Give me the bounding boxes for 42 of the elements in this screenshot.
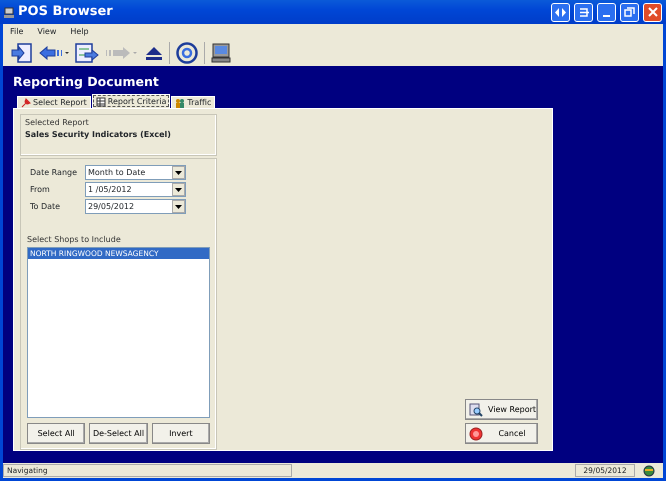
tab[interactable]: Select Report (17, 96, 91, 108)
eject-icon[interactable] (145, 46, 163, 60)
form-icon[interactable] (75, 42, 99, 62)
list-caption: Select Shops to Include (27, 234, 122, 246)
group-caption: Selected Report (25, 117, 90, 129)
pin-icon (21, 98, 31, 108)
computer-icon[interactable] (211, 42, 231, 62)
action-button[interactable]: View Report (465, 399, 538, 420)
people-icon (175, 98, 186, 108)
minimize-icon (603, 14, 610, 16)
computer-icon (4, 6, 14, 18)
tab[interactable]: Report Criteria (92, 94, 170, 108)
list-button[interactable]: Select All (27, 423, 86, 444)
dropdown-field[interactable]: 1 /05/2012 (85, 182, 186, 197)
minimize-button[interactable] (597, 2, 616, 22)
window-list-icon (578, 8, 588, 16)
list-button[interactable]: De-Select All (89, 423, 148, 444)
restore-icon (624, 7, 635, 17)
close-icon (648, 7, 658, 17)
menu-item[interactable]: Help (70, 26, 89, 38)
close-button[interactable] (643, 2, 662, 22)
list-button[interactable]: Invert (152, 423, 210, 444)
dropdown-field[interactable]: 29/05/2012 (85, 199, 186, 214)
left-right-arrows-icon (555, 8, 566, 16)
field-label: From (29, 184, 51, 196)
action-button[interactable]: Cancel (465, 423, 538, 444)
field-label: Date Range (29, 166, 78, 178)
field-label: To Date (29, 200, 62, 212)
back-arrow-icon[interactable] (39, 46, 69, 60)
menu-item[interactable]: View (37, 26, 56, 38)
maximize-button[interactable] (620, 2, 639, 22)
report-name: Sales Security Indicators (Excel) (25, 129, 172, 141)
page-heading: Reporting Document (13, 74, 160, 90)
stop-icon (469, 426, 483, 440)
list-button[interactable] (574, 2, 593, 22)
window-title: POS Browser (18, 3, 113, 22)
dropdown-field[interactable]: Month to Date (85, 165, 186, 180)
import-icon[interactable] (11, 42, 33, 62)
magnifier-icon (469, 402, 483, 416)
scroll-arrows-button[interactable] (551, 2, 570, 22)
menu-item[interactable]: File (10, 26, 24, 38)
tab[interactable]: Traffic (171, 96, 216, 108)
